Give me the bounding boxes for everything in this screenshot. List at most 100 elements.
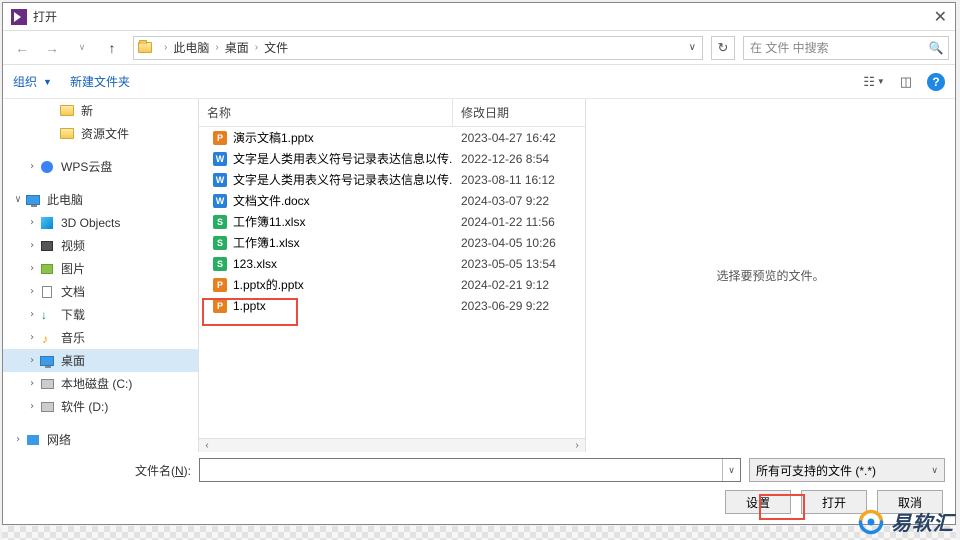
file-row[interactable]: S123.xlsx2023-05-05 13:54 — [199, 253, 585, 274]
back-button[interactable]: ← — [9, 36, 35, 60]
file-row[interactable]: S工作簿1.xlsx2023-04-05 10:26 — [199, 232, 585, 253]
refresh-button[interactable]: ↻ — [711, 36, 735, 60]
file-type-icon: W — [213, 173, 227, 187]
img-icon — [39, 262, 55, 276]
vid-icon — [39, 239, 55, 253]
tree-item-label: 图片 — [61, 260, 85, 277]
expand-icon[interactable]: › — [25, 217, 39, 228]
file-dialog-window: 打开 ✕ ← → ∨ ↑ › 此电脑 › 桌面 › 文件 ∨ ↻ 在 文件 中搜… — [2, 2, 956, 525]
filename-dropdown-icon[interactable]: ∨ — [722, 459, 740, 481]
tree-item[interactable]: ›3D Objects — [3, 211, 198, 234]
tree-item[interactable]: ›本地磁盘 (C:) — [3, 372, 198, 395]
forward-button[interactable]: → — [39, 36, 65, 60]
file-row[interactable]: W文档文件.docx2024-03-07 9:22 — [199, 190, 585, 211]
breadcrumb[interactable]: 桌面 — [221, 39, 253, 56]
file-name: 工作簿11.xlsx — [233, 213, 305, 230]
breadcrumb[interactable]: 此电脑 — [169, 39, 213, 56]
filetype-filter[interactable]: 所有可支持的文件 (*.*) ∨ — [749, 458, 945, 482]
file-date: 2024-03-07 9:22 — [453, 194, 585, 208]
expand-icon[interactable]: ∨ — [11, 194, 25, 205]
tree-item[interactable]: ›WPS云盘 — [3, 155, 198, 178]
file-pane: 名称 修改日期 P演示文稿1.pptx2023-04-27 16:42W文字是人… — [199, 99, 585, 452]
new-folder-button[interactable]: 新建文件夹 — [70, 73, 136, 90]
filter-dropdown-icon[interactable]: ∨ — [925, 465, 944, 476]
tree-item[interactable]: 新 — [3, 99, 198, 122]
file-type-icon: P — [213, 131, 227, 145]
file-type-icon: S — [213, 236, 227, 250]
filename-input[interactable]: ∨ — [199, 458, 741, 482]
tree-item[interactable]: ›♪音乐 — [3, 326, 198, 349]
scroll-left-icon[interactable]: ‹ — [199, 440, 215, 451]
expand-icon[interactable]: › — [25, 309, 39, 320]
mus-icon: ♪ — [39, 331, 55, 345]
tree-item[interactable]: ›文档 — [3, 280, 198, 303]
file-type-icon: W — [213, 152, 227, 166]
column-name[interactable]: 名称 — [199, 99, 453, 126]
up-button[interactable]: ↑ — [99, 36, 125, 60]
crumb-sep-icon: › — [213, 42, 220, 53]
tree-item-label: 桌面 — [61, 352, 85, 369]
recent-dropdown[interactable]: ∨ — [69, 36, 95, 60]
expand-icon[interactable]: › — [25, 401, 39, 412]
horizontal-scrollbar[interactable]: ‹ › — [199, 438, 585, 452]
tree-item[interactable]: › 桌面 — [3, 349, 198, 372]
file-type-icon: P — [213, 278, 227, 292]
organize-dropdown-icon[interactable]: ▼ — [43, 77, 52, 87]
view-mode-button[interactable]: ☷▼ — [863, 71, 885, 93]
tree-item[interactable]: ›软件 (D:) — [3, 395, 198, 418]
crumb-sep-icon: › — [162, 42, 169, 53]
watermark-text: 易软汇 — [891, 507, 954, 536]
path-dropdown-icon[interactable]: ∨ — [683, 42, 702, 53]
net-icon — [25, 433, 41, 447]
preview-pane-button[interactable]: ◫ — [895, 71, 917, 93]
filename-label: 文件名(N): — [13, 462, 191, 479]
window-title: 打开 — [33, 8, 57, 25]
checker-background — [2, 526, 956, 540]
expand-icon[interactable]: › — [25, 378, 39, 389]
file-date: 2024-01-22 11:56 — [453, 215, 585, 229]
expand-icon[interactable]: › — [25, 240, 39, 251]
annotation-highlight — [202, 298, 298, 326]
expand-icon[interactable]: › — [11, 434, 25, 445]
preview-message: 选择要预览的文件。 — [716, 267, 824, 284]
file-name: 1.pptx的.pptx — [233, 276, 304, 293]
tree-item[interactable]: 资源文件 — [3, 122, 198, 145]
preview-pane: 选择要预览的文件。 — [585, 99, 955, 452]
file-row[interactable]: P演示文稿1.pptx2023-04-27 16:42 — [199, 127, 585, 148]
file-row[interactable]: W文字是人类用表义符号记录表达信息以传...2022-12-26 8:54 — [199, 148, 585, 169]
scroll-right-icon[interactable]: › — [569, 440, 585, 451]
close-icon[interactable]: ✕ — [934, 7, 947, 27]
file-name: 演示文稿1.pptx — [233, 129, 314, 146]
dl-icon: ↓ — [39, 308, 55, 322]
expand-icon[interactable]: › — [25, 161, 39, 172]
file-row[interactable]: P1.pptx的.pptx2024-02-21 9:12 — [199, 274, 585, 295]
address-bar[interactable]: › 此电脑 › 桌面 › 文件 ∨ — [133, 36, 703, 60]
file-list[interactable]: P演示文稿1.pptx2023-04-27 16:42W文字是人类用表义符号记录… — [199, 127, 585, 438]
search-box[interactable]: 在 文件 中搜索 🔍 — [743, 36, 949, 60]
app-icon — [11, 9, 27, 25]
breadcrumb[interactable]: 文件 — [260, 39, 292, 56]
file-date: 2023-04-05 10:26 — [453, 236, 585, 250]
tree-item[interactable]: ›网络 — [3, 428, 198, 451]
tree-item[interactable]: ›↓下载 — [3, 303, 198, 326]
column-headers: 名称 修改日期 — [199, 99, 585, 127]
search-icon[interactable]: 🔍 — [924, 41, 948, 55]
column-modified[interactable]: 修改日期 — [453, 104, 585, 121]
tree-item[interactable]: ∨ 此电脑 — [3, 188, 198, 211]
file-row[interactable]: W文字是人类用表义符号记录表达信息以传...2023-08-11 16:12 — [199, 169, 585, 190]
file-date: 2023-06-29 9:22 — [453, 299, 585, 313]
tree-item-label: 此电脑 — [47, 191, 83, 208]
expand-icon[interactable]: › — [25, 263, 39, 274]
help-icon[interactable]: ? — [927, 73, 945, 91]
nav-tree[interactable]: 新资源文件›WPS云盘∨此电脑›3D Objects›视频›图片›文档›↓下载›… — [3, 99, 199, 452]
navbar: ← → ∨ ↑ › 此电脑 › 桌面 › 文件 ∨ ↻ 在 文件 中搜索 🔍 — [3, 31, 955, 65]
tree-item[interactable]: ›视频 — [3, 234, 198, 257]
expand-icon[interactable]: › — [25, 332, 39, 343]
organize-button[interactable]: 组织 — [13, 73, 43, 90]
file-row[interactable]: S工作簿11.xlsx2024-01-22 11:56 — [199, 211, 585, 232]
tree-item[interactable]: › 图片 — [3, 257, 198, 280]
expand-icon[interactable]: › — [25, 286, 39, 297]
expand-icon[interactable]: › — [25, 355, 39, 366]
titlebar: 打开 ✕ — [3, 3, 955, 31]
dialog-body: 新资源文件›WPS云盘∨此电脑›3D Objects›视频›图片›文档›↓下载›… — [3, 99, 955, 452]
